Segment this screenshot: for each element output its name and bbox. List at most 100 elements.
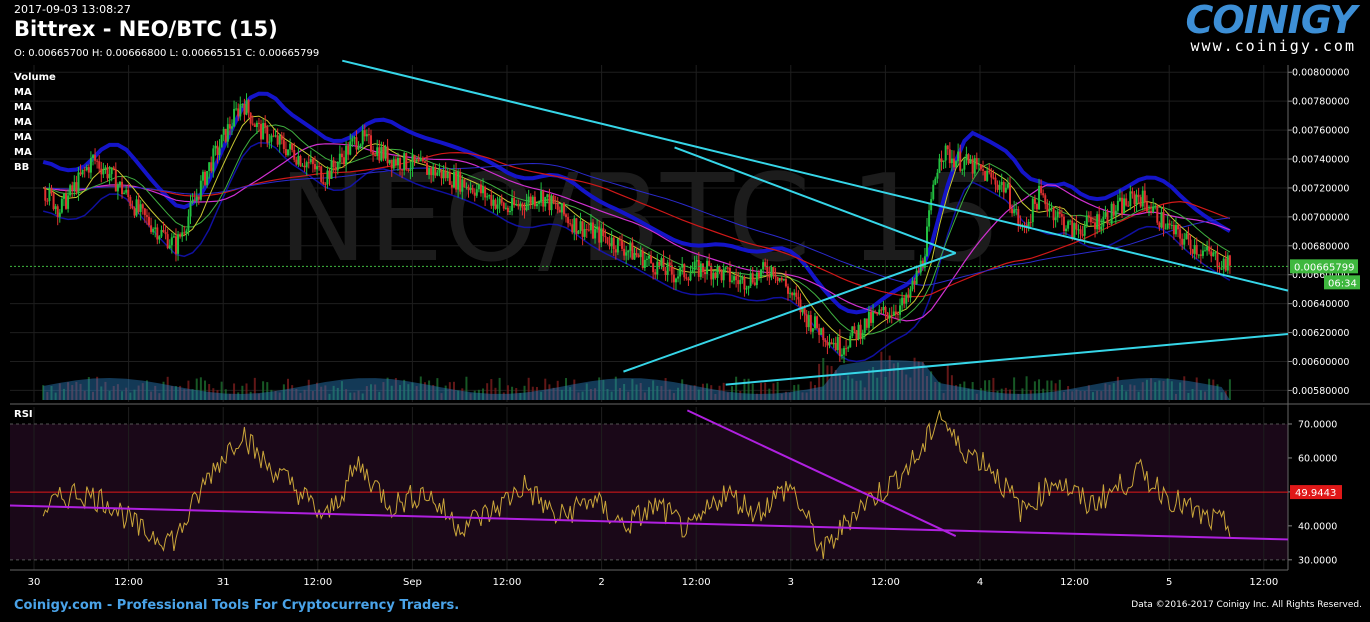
- candle-body: [432, 166, 435, 176]
- candle-body: [1042, 193, 1045, 196]
- candle-body: [1154, 206, 1157, 208]
- candle-body: [48, 187, 51, 202]
- price-tick-label: 0.00780000: [1292, 97, 1349, 108]
- candle-body: [822, 328, 825, 341]
- candle-body: [152, 228, 155, 233]
- legend-volume[interactable]: Volume: [14, 70, 56, 85]
- price-tick-label: 0.00720000: [1292, 183, 1349, 194]
- candle-body: [733, 276, 736, 281]
- candle-body: [423, 161, 426, 163]
- candle-body: [1220, 268, 1223, 270]
- candle-body: [226, 124, 229, 142]
- candle-body: [448, 172, 451, 185]
- candle-body: [380, 146, 383, 161]
- candle-body: [896, 313, 899, 315]
- candle-body: [216, 145, 219, 155]
- candle-body: [768, 274, 771, 278]
- candle-body: [123, 192, 126, 195]
- candle-body: [440, 169, 443, 179]
- price-trendline: [725, 333, 1289, 386]
- candle-body: [1137, 194, 1140, 198]
- candle-body: [782, 279, 785, 281]
- candle-body: [641, 250, 644, 268]
- x-tick-label: 4: [977, 577, 983, 588]
- candle-body: [301, 165, 304, 167]
- price-tick-label: 0.00620000: [1292, 328, 1349, 339]
- ohlc-readout: O: 0.00665700 H: 0.00666800 L: 0.0066515…: [14, 48, 320, 59]
- candle-body: [79, 172, 82, 175]
- legend-bb[interactable]: BB: [14, 160, 56, 175]
- candle-body: [1094, 222, 1097, 230]
- candle-body: [1087, 215, 1090, 218]
- candle-body: [1197, 254, 1200, 256]
- candle-body: [739, 279, 742, 285]
- candle-body: [996, 184, 999, 190]
- candle-body: [44, 187, 47, 201]
- chart-canvas[interactable]: 30 12:00 31 12:00 Sep 12:00 2 12:00 3 12:00 4 12:00…: [0, 0, 1370, 622]
- logo-wordmark: COINIGY: [1185, 0, 1357, 42]
- candle-body: [540, 190, 543, 202]
- footer-tagline[interactable]: Coinigy.com - Professional Tools For Cry…: [14, 598, 459, 613]
- candle-body: [183, 232, 186, 234]
- legend-ma-2[interactable]: MA: [14, 100, 56, 115]
- candle-body: [824, 340, 827, 342]
- candle-body: [276, 135, 279, 145]
- candle-body: [303, 165, 306, 168]
- candle-body: [633, 253, 636, 260]
- rsi-label: RSI: [14, 409, 33, 420]
- candle-body: [878, 309, 881, 315]
- candle-body: [525, 202, 528, 211]
- candle-body: [639, 250, 642, 258]
- candle-body: [139, 204, 142, 212]
- legend-ma-5[interactable]: MA: [14, 145, 56, 160]
- candle-body: [903, 297, 906, 304]
- candle-body: [664, 270, 667, 276]
- candle-body: [554, 203, 557, 205]
- candle-body: [311, 158, 314, 165]
- candle-body: [602, 228, 605, 237]
- footer-copyright: Data ©2016-2017 Coinigy Inc. All Rights …: [1131, 600, 1362, 610]
- candle-body: [361, 130, 364, 145]
- candle-body: [54, 206, 57, 210]
- price-tick-label: 0.00740000: [1292, 155, 1349, 166]
- candle-body: [820, 328, 823, 335]
- candle-body: [326, 170, 329, 185]
- candle-body: [685, 277, 688, 279]
- candle-body: [621, 240, 624, 249]
- candle-body: [428, 168, 431, 175]
- candle-body: [745, 288, 748, 290]
- candle-body: [1129, 191, 1132, 207]
- candle-body: [359, 144, 362, 147]
- coinigy-logo[interactable]: COINIGY www.coinigy.com: [1185, 0, 1357, 55]
- candle-body: [712, 272, 715, 280]
- candle-body: [793, 292, 796, 296]
- candle-body: [392, 159, 395, 169]
- legend-ma-3[interactable]: MA: [14, 115, 56, 130]
- x-tick-label: 12:00: [114, 577, 143, 588]
- candle-body: [170, 237, 173, 246]
- candle-body: [1011, 208, 1014, 214]
- candle-body: [73, 182, 76, 191]
- candle-body: [233, 108, 236, 127]
- candle-body: [467, 186, 470, 190]
- candle-body: [81, 169, 84, 175]
- candle-body: [85, 167, 88, 171]
- candle-body: [1029, 221, 1032, 223]
- legend-ma-1[interactable]: MA: [14, 85, 56, 100]
- candle-body: [658, 261, 661, 266]
- legend-ma-4[interactable]: MA: [14, 130, 56, 145]
- candle-body: [1183, 239, 1186, 245]
- candle-body: [204, 171, 207, 185]
- candle-body: [971, 159, 974, 174]
- candle-body: [257, 122, 260, 124]
- candle-body: [376, 147, 379, 157]
- candle-body: [973, 158, 976, 174]
- candle-body: [174, 236, 177, 254]
- candle-body: [876, 312, 879, 315]
- candle-body: [75, 182, 78, 193]
- candle-body: [726, 267, 729, 269]
- candle-body: [952, 158, 955, 168]
- candle-body: [166, 234, 169, 249]
- candle-body: [961, 169, 964, 171]
- candle-body: [861, 332, 864, 339]
